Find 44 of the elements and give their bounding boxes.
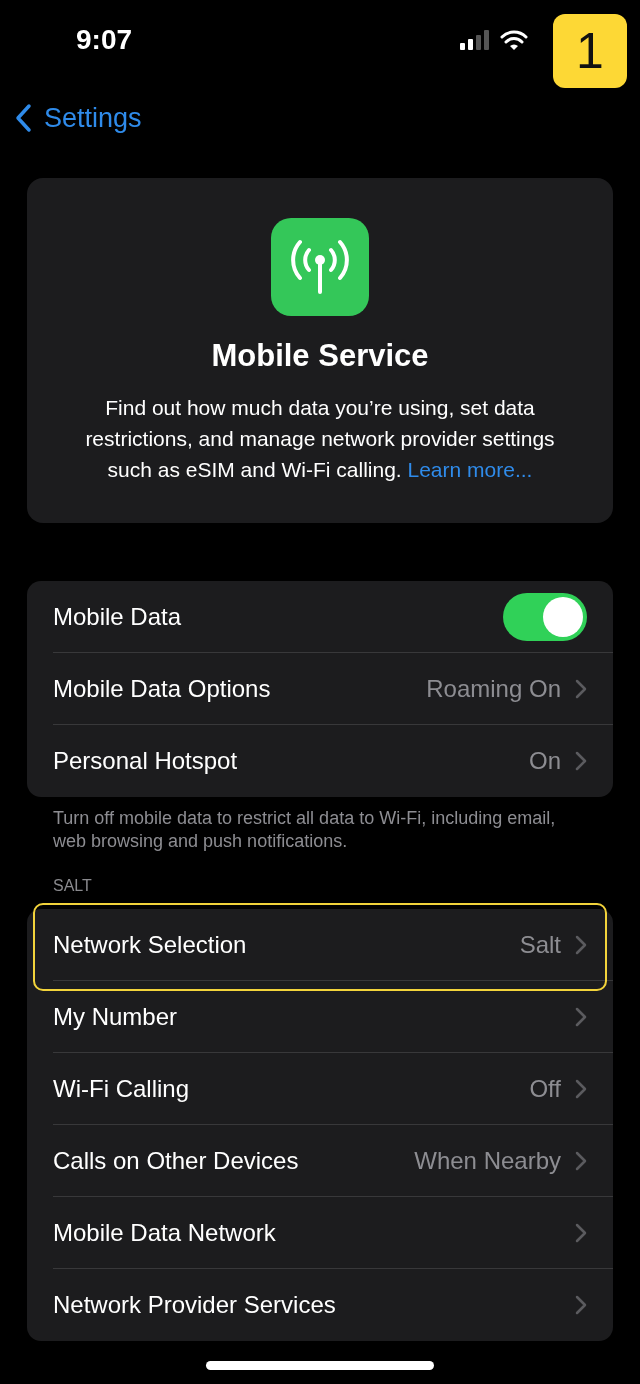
- chevron-icon: [575, 1007, 587, 1027]
- settings-row[interactable]: Network Selection Salt: [27, 909, 613, 981]
- section-footer: Turn off mobile data to restrict all data to Wi-Fi, including email, web browsing and push notifications.: [53, 807, 587, 853]
- row-label: Calls on Other Devices: [53, 1147, 299, 1175]
- row-value: Roaming On: [426, 675, 561, 703]
- back-link[interactable]: Settings: [14, 102, 142, 134]
- row-label: Mobile Data Network: [53, 1219, 276, 1247]
- row-value: When Nearby: [414, 1147, 561, 1175]
- row-value: Off: [529, 1075, 561, 1103]
- wifi-icon: [500, 30, 528, 50]
- row-label: Mobile Data: [53, 603, 182, 631]
- settings-row[interactable]: Calls on Other Devices When Nearby: [27, 1125, 613, 1197]
- chevron-icon: [575, 935, 587, 955]
- row-label: Wi-Fi Calling: [53, 1075, 189, 1103]
- settings-row[interactable]: Mobile Data Options Roaming On: [27, 653, 613, 725]
- status-time: 9:07: [76, 24, 133, 56]
- antenna-icon: [271, 218, 369, 316]
- row-label: My Number: [53, 1003, 178, 1031]
- chevron-icon: [575, 679, 587, 699]
- settings-row[interactable]: My Number: [27, 981, 613, 1053]
- settings-row[interactable]: Network Provider Services: [27, 1269, 613, 1341]
- settings-row[interactable]: Personal Hotspot On: [27, 725, 613, 797]
- section-header: SALT: [52, 877, 93, 896]
- back-chevron-icon: [14, 103, 32, 133]
- settings-row[interactable]: Mobile Data Network: [27, 1197, 613, 1269]
- toggle-switch[interactable]: [503, 593, 587, 641]
- signal-icon: [460, 30, 490, 50]
- learn-more-link[interactable]: Learn more...: [407, 458, 533, 481]
- step-badge: 1: [553, 14, 627, 88]
- settings-row[interactable]: Mobile Data: [27, 581, 613, 653]
- chevron-icon: [575, 1295, 587, 1315]
- row-label: Network Selection: [53, 931, 247, 959]
- settings-row[interactable]: Wi-Fi Calling Off: [27, 1053, 613, 1125]
- page-title: Mobile Service: [211, 338, 429, 374]
- chevron-icon: [575, 1223, 587, 1243]
- chevron-icon: [575, 1151, 587, 1171]
- row-label: Mobile Data Options: [53, 675, 271, 703]
- row-label: Personal Hotspot: [53, 747, 238, 775]
- chevron-icon: [575, 1079, 587, 1099]
- row-label: Network Provider Services: [53, 1291, 336, 1319]
- chevron-icon: [575, 751, 587, 771]
- description: Find out how much data you’re using, set data restrictions, and manage network provider settings such as eSIM and Wi-Fi calling. Learn more...: [84, 395, 556, 483]
- row-value: On: [529, 747, 561, 775]
- row-value: Salt: [519, 931, 561, 959]
